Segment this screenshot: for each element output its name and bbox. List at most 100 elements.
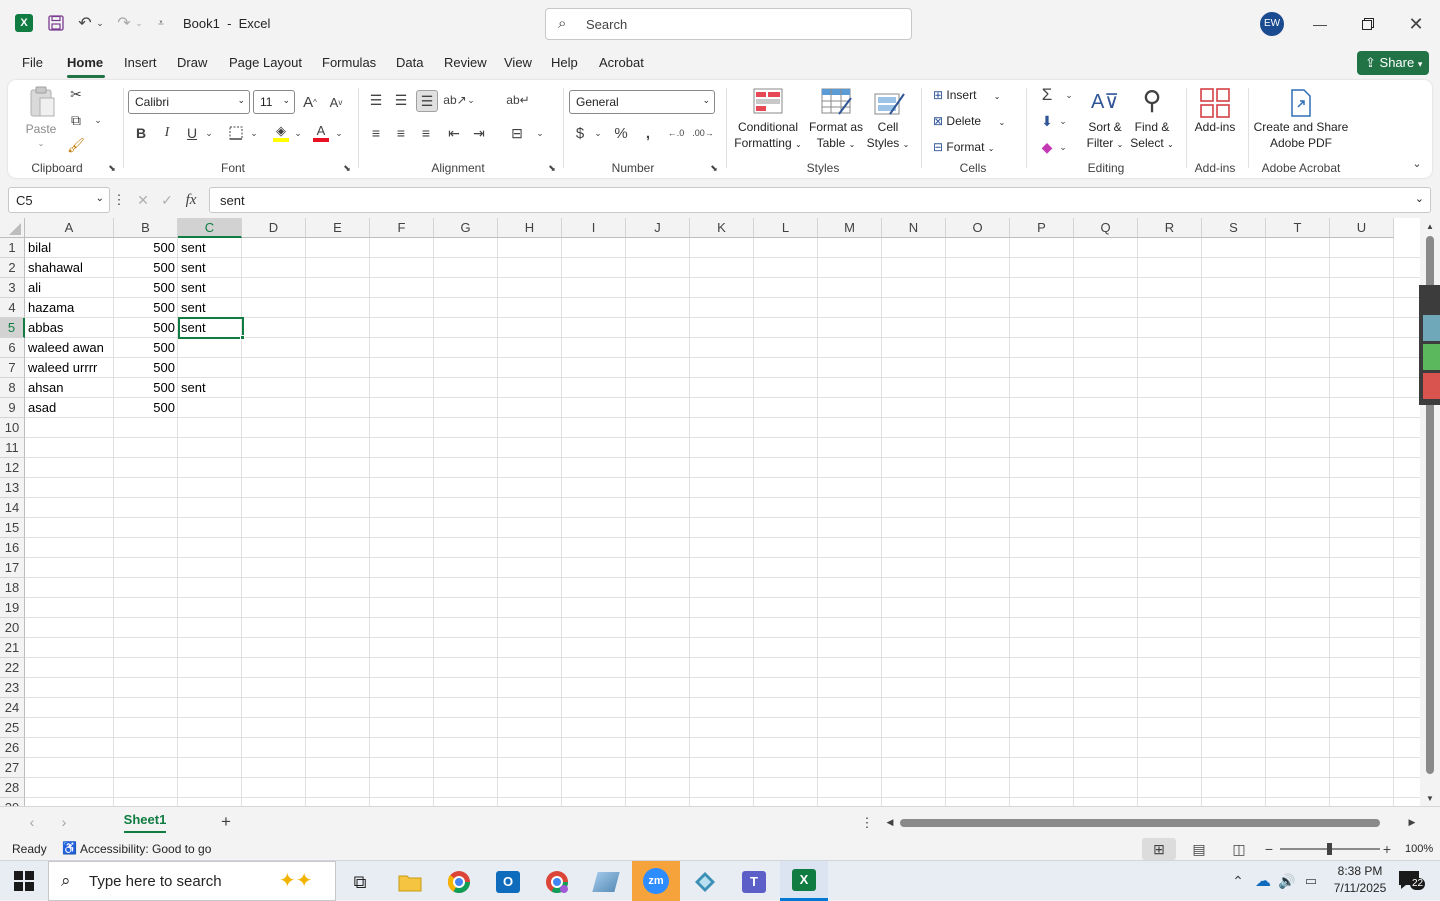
- scroll-right-icon[interactable]: ▶: [1406, 816, 1418, 828]
- clear-dropdown-icon[interactable]: ⌄: [1058, 140, 1068, 154]
- row-header-9[interactable]: 9: [0, 398, 25, 418]
- format-cells-button[interactable]: ⊟ Format ⌄: [933, 138, 1013, 156]
- cell-a8[interactable]: ahsan: [25, 378, 114, 398]
- number-launcher-icon[interactable]: ⬊: [708, 162, 720, 174]
- cell-c2[interactable]: sent: [178, 258, 242, 278]
- cell-a6[interactable]: waleed awan: [25, 338, 114, 358]
- row-header-3[interactable]: 3: [0, 278, 25, 298]
- show-hidden-icons[interactable]: ⌃: [1228, 872, 1248, 890]
- zoom-app-icon[interactable]: zm: [632, 861, 680, 901]
- column-header-g[interactable]: G: [434, 218, 498, 238]
- row-header-13[interactable]: 13: [0, 478, 25, 498]
- copy-icon[interactable]: ⧉: [66, 110, 86, 130]
- cell-b1[interactable]: 500: [114, 238, 178, 258]
- expand-formula-icon[interactable]: ⌄: [1415, 192, 1424, 205]
- notifications-icon[interactable]: 22: [1398, 870, 1426, 892]
- add-sheet-icon[interactable]: +: [216, 812, 236, 832]
- accessibility-status[interactable]: Accessibility: Good to go: [80, 842, 211, 856]
- redo-dropdown-icon[interactable]: ⌄: [134, 15, 144, 31]
- row-header-18[interactable]: 18: [0, 578, 25, 598]
- find-select-icon[interactable]: ⚲: [1136, 84, 1168, 116]
- zoom-in-icon[interactable]: +: [1380, 841, 1394, 857]
- add-ins-icon[interactable]: [1200, 88, 1230, 118]
- cell-c7[interactable]: [178, 358, 242, 378]
- cancel-entry-icon[interactable]: ✕: [134, 190, 152, 210]
- borders-icon[interactable]: [226, 123, 246, 143]
- row-header-1[interactable]: 1: [0, 238, 25, 258]
- row-header-5[interactable]: 5: [0, 318, 25, 338]
- sort-filter-icon[interactable]: A⊽: [1088, 86, 1122, 116]
- menu-formulas[interactable]: Formulas: [322, 55, 376, 70]
- borders-dropdown-icon[interactable]: ⌄: [249, 125, 259, 141]
- currency-icon[interactable]: $: [570, 123, 590, 143]
- increase-decimal-icon[interactable]: ←.0: [665, 123, 687, 143]
- fill-color-icon[interactable]: ◈: [271, 122, 291, 144]
- column-header-n[interactable]: N: [882, 218, 946, 238]
- teams-icon[interactable]: T: [734, 865, 774, 899]
- autosum-icon[interactable]: Σ: [1036, 84, 1058, 106]
- row-header-20[interactable]: 20: [0, 618, 25, 638]
- number-format-combo[interactable]: General ⌄: [569, 90, 715, 114]
- app-icon[interactable]: [586, 865, 626, 899]
- menu-file[interactable]: File: [22, 55, 43, 70]
- paste-label[interactable]: Paste: [24, 121, 58, 137]
- zoom-slider[interactable]: [1280, 843, 1380, 855]
- wrap-text-icon[interactable]: ab↵: [506, 90, 529, 110]
- row-header-17[interactable]: 17: [0, 558, 25, 578]
- cell-b5[interactable]: 500: [114, 318, 178, 338]
- percent-icon[interactable]: %: [611, 123, 631, 143]
- row-header-6[interactable]: 6: [0, 338, 25, 358]
- tab-split-handle-icon[interactable]: ⋮: [861, 814, 874, 832]
- bold-icon[interactable]: B: [130, 123, 152, 143]
- column-header-p[interactable]: P: [1010, 218, 1074, 238]
- avatar[interactable]: EW: [1260, 12, 1284, 36]
- redo-icon[interactable]: ↷: [114, 13, 134, 33]
- horizontal-scrollbar[interactable]: ◀ ▶: [884, 813, 1420, 831]
- font-color-dropdown-icon[interactable]: ⌄: [334, 125, 344, 141]
- row-header-4[interactable]: 4: [0, 298, 25, 318]
- conditional-formatting-label[interactable]: Conditional Formatting ⌄: [728, 119, 808, 153]
- menu-view[interactable]: View: [504, 55, 532, 70]
- cell-styles-label[interactable]: Cell Styles ⌄: [863, 119, 913, 153]
- customize-toolbar-icon[interactable]: ⩡: [154, 15, 168, 31]
- align-bottom-icon[interactable]: ☰: [416, 90, 438, 112]
- format-painter-icon[interactable]: 🖌: [66, 135, 86, 155]
- merge-dropdown-icon[interactable]: ⌄: [535, 125, 545, 141]
- row-header-15[interactable]: 15: [0, 518, 25, 538]
- accessibility-icon[interactable]: ♿: [62, 841, 77, 855]
- align-center-icon[interactable]: ≡: [391, 123, 411, 143]
- clipboard-launcher-icon[interactable]: ⬊: [106, 162, 118, 174]
- format-as-table-icon[interactable]: [821, 88, 853, 116]
- font-color-icon[interactable]: A: [311, 122, 331, 144]
- conditional-formatting-icon[interactable]: [753, 88, 783, 114]
- column-header-b[interactable]: B: [114, 218, 178, 238]
- create-share-pdf-label[interactable]: Create and Share Adobe PDF: [1251, 119, 1351, 151]
- menu-data[interactable]: Data: [396, 55, 423, 70]
- font-launcher-icon[interactable]: ⬊: [341, 162, 353, 174]
- scroll-down-icon[interactable]: ▼: [1424, 792, 1436, 804]
- row-header-26[interactable]: 26: [0, 738, 25, 758]
- restore-icon[interactable]: [1353, 12, 1383, 36]
- column-header-t[interactable]: T: [1266, 218, 1330, 238]
- side-tab-red[interactable]: [1423, 373, 1440, 399]
- find-select-label[interactable]: Find & Select ⌄: [1127, 119, 1177, 153]
- search-box[interactable]: ⌕ Search: [545, 8, 912, 40]
- delete-cells-button[interactable]: ⊠ Delete ⌄: [933, 112, 1013, 130]
- column-header-j[interactable]: J: [626, 218, 690, 238]
- normal-view-button[interactable]: ⊞: [1142, 838, 1176, 860]
- chrome-icon[interactable]: [439, 865, 479, 899]
- decrease-font-icon[interactable]: Av: [326, 92, 346, 112]
- row-header-23[interactable]: 23: [0, 678, 25, 698]
- cell-b7[interactable]: 500: [114, 358, 178, 378]
- alignment-launcher-icon[interactable]: ⬊: [546, 162, 558, 174]
- column-header-c[interactable]: C: [178, 218, 242, 238]
- column-header-f[interactable]: F: [370, 218, 434, 238]
- row-header-10[interactable]: 10: [0, 418, 25, 438]
- autosum-dropdown-icon[interactable]: ⌄: [1064, 88, 1074, 102]
- row-header-8[interactable]: 8: [0, 378, 25, 398]
- column-header-u[interactable]: U: [1330, 218, 1394, 238]
- fill-dropdown-icon[interactable]: ⌄: [1058, 114, 1068, 128]
- fill-handle[interactable]: [240, 335, 245, 340]
- row-header-2[interactable]: 2: [0, 258, 25, 278]
- cut-icon[interactable]: ✂: [66, 84, 86, 104]
